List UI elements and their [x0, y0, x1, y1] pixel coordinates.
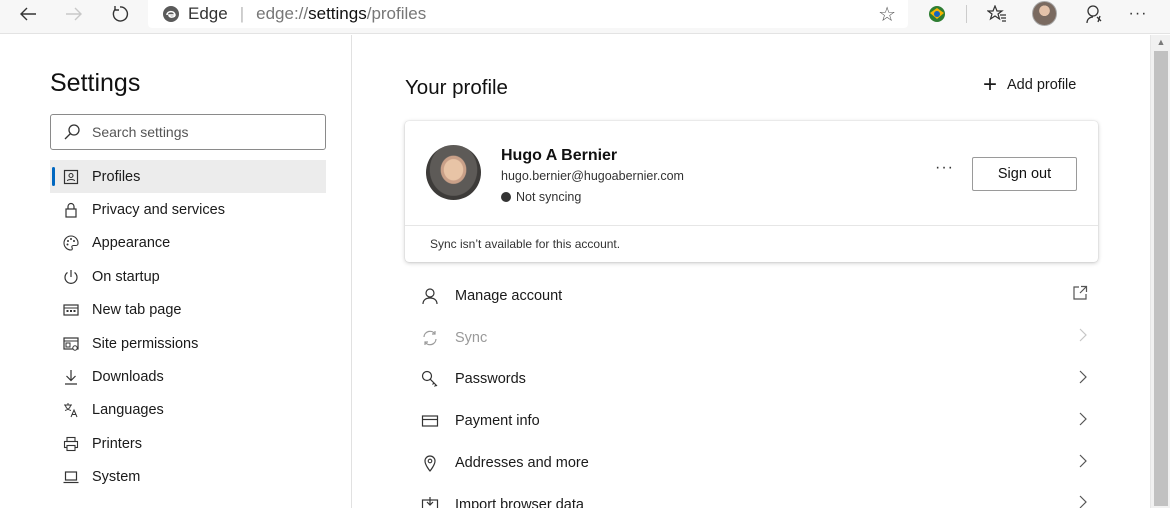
add-profile-label: Add profile [1007, 77, 1077, 93]
extension-icon[interactable] [924, 0, 950, 28]
addresses-row[interactable]: Addresses and more [405, 442, 1098, 484]
sync-row[interactable]: Sync [405, 317, 1098, 359]
card-divider [405, 225, 1098, 226]
sidebar-item-privacy[interactable]: Privacy and services [50, 193, 326, 226]
power-icon [50, 269, 92, 285]
external-link-icon [1072, 285, 1088, 306]
address-bar[interactable]: Edge | edge://settings/profiles ☆ [148, 0, 908, 28]
sync-status-label: Not syncing [516, 190, 582, 204]
profile-more-button[interactable]: ··· [935, 159, 954, 177]
chevron-right-icon [1078, 328, 1088, 347]
sidebar-item-label: Profiles [92, 168, 141, 185]
site-permissions-icon [50, 336, 92, 352]
add-profile-button[interactable]: + Add profile [983, 71, 1077, 98]
profile-settings-list: Manage account Sync Passwords Payment in… [405, 275, 1098, 508]
row-label: Addresses and more [455, 455, 589, 472]
settings-title: Settings [50, 69, 141, 97]
profile-avatar[interactable] [1032, 1, 1057, 26]
sign-out-button[interactable]: Sign out [972, 157, 1077, 191]
import-data-row[interactable]: Import browser data [405, 484, 1098, 508]
back-icon[interactable] [14, 0, 42, 28]
profile-card: Hugo A Bernier hugo.bernier@hugoabernier… [405, 121, 1098, 262]
favorite-star-icon[interactable]: ☆ [878, 2, 896, 27]
languages-icon [50, 402, 92, 418]
chevron-right-icon [1078, 495, 1088, 508]
sidebar-item-label: Site permissions [92, 335, 199, 352]
palette-icon [50, 235, 92, 252]
sidebar-item-appearance[interactable]: Appearance [50, 227, 326, 260]
passwords-row[interactable]: Passwords [405, 359, 1098, 401]
sidebar-item-label: On startup [92, 268, 160, 285]
favorites-icon[interactable] [984, 0, 1010, 28]
location-pin-icon [405, 454, 455, 473]
row-label: Import browser data [455, 496, 584, 508]
sidebar-item-label: New tab page [92, 302, 182, 319]
refresh-icon[interactable] [106, 0, 134, 28]
import-icon [405, 496, 455, 508]
toolbar-divider [966, 5, 967, 23]
sidebar-item-site-permissions[interactable]: Site permissions [50, 327, 326, 360]
url-scheme: edge:// [256, 4, 309, 23]
profile-name: Hugo A Bernier [501, 147, 618, 164]
sidebar-item-startup[interactable]: On startup [50, 260, 326, 293]
more-icon[interactable]: ··· [1124, 0, 1152, 28]
sidebar-item-downloads[interactable]: Downloads [50, 360, 326, 393]
page-title: Your profile [405, 76, 508, 99]
sidebar-item-profiles[interactable]: Profiles [50, 160, 326, 194]
manage-account-row[interactable]: Manage account [405, 275, 1098, 317]
sidebar-item-label: Appearance [92, 235, 171, 252]
sync-icon [405, 329, 455, 347]
chevron-right-icon [1078, 412, 1088, 431]
row-label: Payment info [455, 413, 540, 430]
sidebar-item-new-tab[interactable]: New tab page [50, 294, 326, 327]
url-host: settings [308, 4, 367, 23]
sidebar-item-languages[interactable]: Languages [50, 394, 326, 427]
scroll-up-icon[interactable]: ▲ [1151, 37, 1170, 47]
browser-brand: Edge [188, 4, 228, 23]
search-input[interactable] [92, 124, 292, 140]
chevron-right-icon [1078, 454, 1088, 473]
address-separator: | [239, 4, 245, 23]
person-icon [405, 287, 455, 305]
new-tab-icon [50, 302, 92, 318]
lock-icon [50, 202, 92, 218]
sidebar-item-system[interactable]: System [50, 461, 326, 494]
browser-toolbar: Edge | edge://settings/profiles ☆ ··· [0, 0, 1170, 34]
forward-icon[interactable] [60, 0, 88, 28]
sidebar-item-label: Privacy and services [92, 202, 225, 219]
card-icon [405, 412, 455, 430]
sync-notice: Sync isn’t available for this account. [430, 237, 621, 251]
plus-icon: + [983, 71, 998, 98]
profile-card-icon [50, 169, 92, 185]
avatar [426, 145, 481, 200]
sync-off-icon [501, 192, 511, 202]
profile-content: Your profile + Add profile Hugo A Bernie… [353, 35, 1150, 508]
search-icon [64, 124, 80, 140]
edge-logo-icon [163, 6, 179, 22]
read-aloud-icon[interactable] [1080, 0, 1106, 28]
row-label: Passwords [455, 371, 526, 388]
laptop-icon [50, 469, 92, 485]
scrollbar-thumb[interactable] [1154, 51, 1168, 506]
search-box[interactable] [50, 114, 326, 150]
download-icon [50, 369, 92, 385]
settings-nav: Profiles Privacy and services Appearance… [50, 160, 326, 494]
payment-info-row[interactable]: Payment info [405, 400, 1098, 442]
sidebar-item-label: Printers [92, 435, 142, 452]
row-label: Manage account [455, 287, 563, 304]
settings-sidebar: Settings Profiles Privacy and services A… [0, 35, 352, 508]
sidebar-item-label: Languages [92, 402, 164, 419]
sync-status: Not syncing [501, 190, 581, 204]
row-label: Sync [455, 329, 488, 346]
key-icon [405, 370, 455, 388]
sidebar-item-printers[interactable]: Printers [50, 427, 326, 460]
chevron-right-icon [1078, 370, 1088, 389]
url-path: /profiles [366, 4, 427, 23]
printer-icon [50, 436, 92, 452]
profile-email: hugo.bernier@hugoabernier.com [501, 169, 684, 183]
page-scrollbar[interactable]: ▲ [1150, 35, 1170, 508]
sidebar-item-label: System [92, 469, 141, 486]
sidebar-item-label: Downloads [92, 369, 164, 386]
